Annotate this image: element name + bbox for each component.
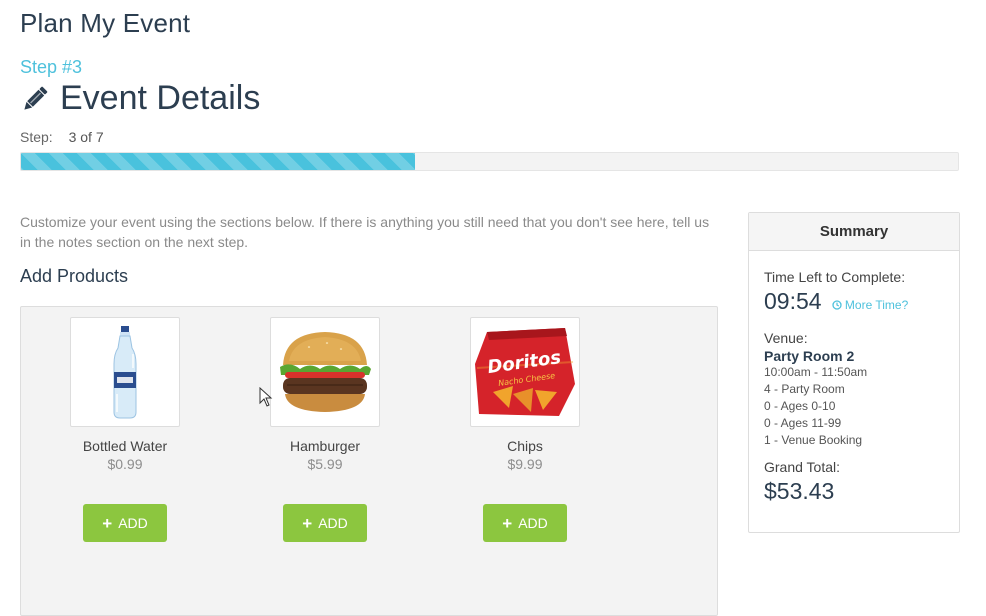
section-title: Event Details	[60, 79, 261, 117]
clock-icon	[831, 300, 842, 310]
mouse-pointer-icon	[259, 387, 273, 407]
product-price: $9.99	[507, 456, 543, 472]
summary-panel: Summary Time Left to Complete: 09:54 Mor…	[748, 212, 960, 533]
time-left-label: Time Left to Complete:	[764, 269, 906, 285]
venue-label: Venue:	[764, 330, 808, 346]
step-number-label: Step #3	[20, 57, 83, 77]
more-time-link[interactable]: More Time?	[831, 298, 909, 312]
plus-icon: +	[502, 513, 513, 533]
add-button-label: ADD	[518, 515, 548, 531]
venue-line-item: 0 - Ages 11-99	[764, 416, 842, 430]
grand-total-label: Grand Total:	[764, 459, 841, 475]
add-hamburger-button[interactable]: + ADD	[283, 504, 367, 542]
progress-fill	[21, 153, 415, 170]
time-left-value: 09:54	[764, 288, 822, 314]
product-price: $0.99	[107, 456, 143, 472]
product-name: Hamburger	[289, 438, 361, 454]
page-title: Plan My Event	[20, 8, 191, 38]
products-panel: Bottled Water $0.99 + ADD Hamburger $5.9…	[20, 306, 718, 616]
product-price: $5.99	[307, 456, 343, 472]
more-time-label: More Time?	[844, 298, 909, 312]
product-card-bottled-water: Bottled Water $0.99 + ADD	[25, 317, 225, 542]
intro-text: Customize your event using the sections …	[20, 214, 710, 250]
plus-icon: +	[102, 513, 113, 533]
grand-total-value: $53.43	[764, 478, 835, 504]
summary-body: Time Left to Complete: 09:54 More Time? …	[749, 251, 959, 505]
chips-bag-image[interactable]: Doritos Nacho Cheese	[470, 317, 580, 427]
product-card-chips: Doritos Nacho Cheese Chips $9.99 + ADD	[425, 317, 625, 542]
venue-line-item: 0 - Ages 0-10	[764, 399, 836, 413]
venue-name: Party Room 2	[764, 348, 855, 364]
venue-time: 10:00am - 11:50am	[764, 365, 868, 379]
venue-line-item: 4 - Party Room	[764, 382, 845, 396]
step-value: 3 of 7	[68, 129, 104, 145]
product-card-hamburger: Hamburger $5.99 + ADD	[225, 317, 425, 542]
plus-icon: +	[302, 513, 313, 533]
add-bottled-water-button[interactable]: + ADD	[83, 504, 167, 542]
summary-title: Summary	[749, 213, 959, 251]
add-products-title: Add Products	[20, 266, 129, 286]
product-name: Bottled Water	[82, 438, 168, 454]
add-chips-button[interactable]: + ADD	[483, 504, 567, 542]
section-heading: Event Details	[20, 79, 260, 118]
venue-line-item: 1 - Venue Booking	[764, 433, 863, 447]
bottled-water-image[interactable]	[70, 317, 180, 427]
step-label: Step:	[20, 129, 53, 145]
add-button-label: ADD	[318, 515, 348, 531]
step-indicator: Step: 3 of 7	[20, 129, 104, 145]
product-name: Chips	[507, 438, 543, 454]
add-button-label: ADD	[118, 515, 148, 531]
time-left-row: 09:54 More Time?	[764, 288, 959, 315]
progress-bar	[20, 152, 959, 171]
pencil-icon	[20, 84, 50, 114]
hamburger-image[interactable]	[270, 317, 380, 427]
